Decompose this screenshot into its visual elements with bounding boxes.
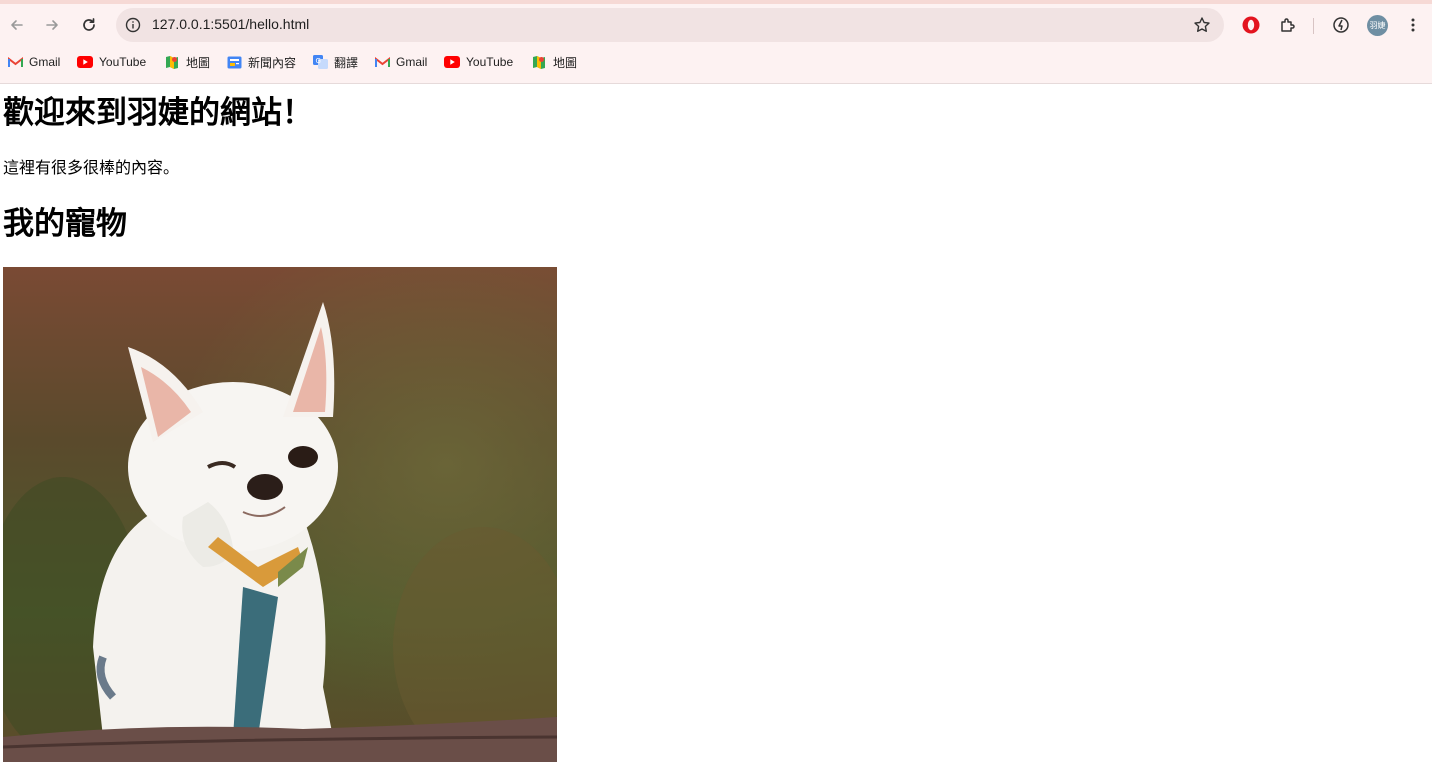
maps-icon [164, 55, 180, 69]
browser-toolbar: 127.0.0.1:5501/hello.html 羽婕 [0, 6, 1432, 44]
bookmark-label: 新聞內容 [248, 55, 297, 70]
bookmark-youtube[interactable]: YouTube [77, 52, 146, 72]
extensions-puzzle-icon[interactable] [1273, 10, 1303, 40]
bookmark-label: Gmail [29, 55, 61, 69]
bookmark-label: Gmail [396, 55, 428, 69]
browser-chrome: 127.0.0.1:5501/hello.html 羽婕 Gmail YouTu… [0, 0, 1432, 84]
address-bar[interactable]: 127.0.0.1:5501/hello.html [116, 8, 1224, 42]
url-text[interactable]: 127.0.0.1:5501/hello.html [152, 16, 309, 32]
extension-opera-icon[interactable] [1236, 10, 1266, 40]
forward-button[interactable] [37, 10, 67, 40]
bookmark-youtube-2[interactable]: YouTube [444, 52, 513, 72]
menu-kebab-icon[interactable] [1398, 10, 1428, 40]
bookmark-label: 地圖 [553, 55, 578, 70]
youtube-icon [77, 55, 93, 69]
reload-button[interactable] [74, 10, 104, 40]
svg-text:G: G [315, 57, 320, 65]
page-content: 歡迎來到羽婕的網站！ 這裡有很多很棒的內容。 我的寵物 [0, 84, 1432, 762]
bookmark-star-icon[interactable] [1192, 15, 1212, 35]
maps-icon [531, 55, 547, 69]
reload-icon [83, 18, 95, 31]
gmail-icon [7, 55, 23, 69]
bookmarks-bar: Gmail YouTube 地圖 新聞內容 G 翻譯 Gmail YouTube [0, 52, 1432, 72]
news-icon [226, 55, 242, 69]
bookmark-maps[interactable]: 地圖 [164, 52, 210, 72]
chihuahua-image [3, 267, 557, 762]
profile-avatar[interactable]: 羽婕 [1367, 15, 1388, 36]
bookmark-label: 翻譯 [334, 55, 359, 70]
bookmark-translate[interactable]: G 翻譯 [312, 52, 358, 72]
bookmark-gmail-2[interactable]: Gmail [374, 52, 427, 72]
translate-icon: G [312, 55, 328, 69]
site-info-icon[interactable] [124, 16, 142, 34]
gmail-icon [374, 55, 390, 69]
arrow-left-icon [11, 20, 23, 30]
youtube-icon [444, 55, 460, 69]
bookmark-label: YouTube [99, 55, 147, 69]
performance-icon[interactable] [1326, 10, 1356, 40]
pets-heading: 我的寵物 [3, 206, 127, 242]
bookmark-label: YouTube [466, 55, 514, 69]
toolbar-divider [1313, 18, 1314, 34]
back-button[interactable] [2, 10, 32, 40]
bookmark-gmail[interactable]: Gmail [7, 52, 60, 72]
pet-photo [3, 267, 557, 762]
bookmark-maps-2[interactable]: 地圖 [531, 52, 577, 72]
bookmark-label: 地圖 [186, 55, 211, 70]
page-title: 歡迎來到羽婕的網站！ [3, 95, 313, 131]
arrow-right-icon [46, 20, 58, 30]
intro-text: 這裡有很多很棒的內容。 [3, 158, 180, 177]
bookmark-news[interactable]: 新聞內容 [226, 52, 296, 72]
tab-strip [0, 0, 1432, 4]
